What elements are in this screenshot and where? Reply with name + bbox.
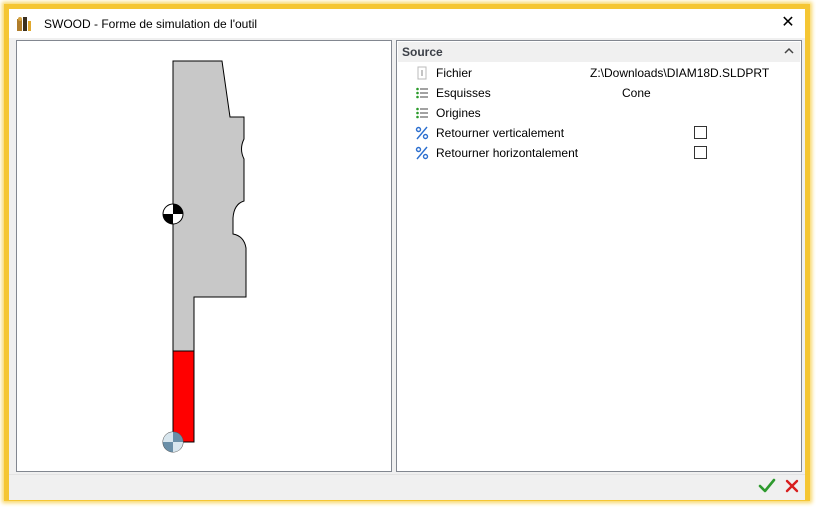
source-section-title: Source xyxy=(402,45,443,59)
origin-list-icon xyxy=(416,107,428,119)
ok-checkmark-icon[interactable] xyxy=(758,478,776,494)
file-icon xyxy=(417,66,427,80)
value-fichier[interactable]: Z:\Downloads\DIAM18D.SLDPRT xyxy=(590,66,769,80)
properties-panel: Source Fichier Z:\Downloads\DIAM18D.SLDP… xyxy=(396,40,802,472)
flip-horizontal-icon xyxy=(415,146,429,160)
window-title: SWOOD - Forme de simulation de l'outil xyxy=(44,17,258,31)
label-retourner-horizontalement: Retourner horizontalement xyxy=(436,146,579,160)
tool-preview-panel xyxy=(16,40,392,472)
value-esquisses[interactable]: Cone xyxy=(622,86,651,100)
swood-app-icon xyxy=(17,17,31,31)
sketch-list-icon xyxy=(416,87,428,99)
cutting-part-shape xyxy=(172,350,195,443)
cancel-x-icon[interactable] xyxy=(784,478,800,494)
label-origines: Origines xyxy=(436,106,481,120)
label-fichier: Fichier xyxy=(436,66,473,80)
label-esquisses: Esquisses xyxy=(436,86,491,100)
row-retourner-verticalement[interactable]: Retourner verticalement xyxy=(397,123,801,143)
row-esquisses[interactable]: Esquisses Cone xyxy=(397,83,801,103)
chevron-up-icon[interactable] xyxy=(782,44,796,58)
close-button[interactable]: ✕ xyxy=(774,11,802,35)
tool-origin-marker xyxy=(162,431,184,453)
bottom-divider xyxy=(9,474,805,475)
tool-profile-drawing xyxy=(162,60,247,453)
flip-vertical-icon xyxy=(415,126,429,140)
row-retourner-horizontalement[interactable]: Retourner horizontalement xyxy=(397,143,801,163)
row-origines[interactable]: Origines xyxy=(397,103,801,123)
flip-vertical-checkbox[interactable] xyxy=(694,126,707,139)
center-of-mass-marker xyxy=(162,203,184,225)
flip-horizontal-checkbox[interactable] xyxy=(694,146,707,159)
label-retourner-verticalement: Retourner verticalement xyxy=(436,126,565,140)
row-fichier[interactable]: Fichier Z:\Downloads\DIAM18D.SLDPRT xyxy=(397,63,801,83)
source-section-header[interactable]: Source xyxy=(398,42,800,62)
tool-body-shape xyxy=(172,60,247,352)
